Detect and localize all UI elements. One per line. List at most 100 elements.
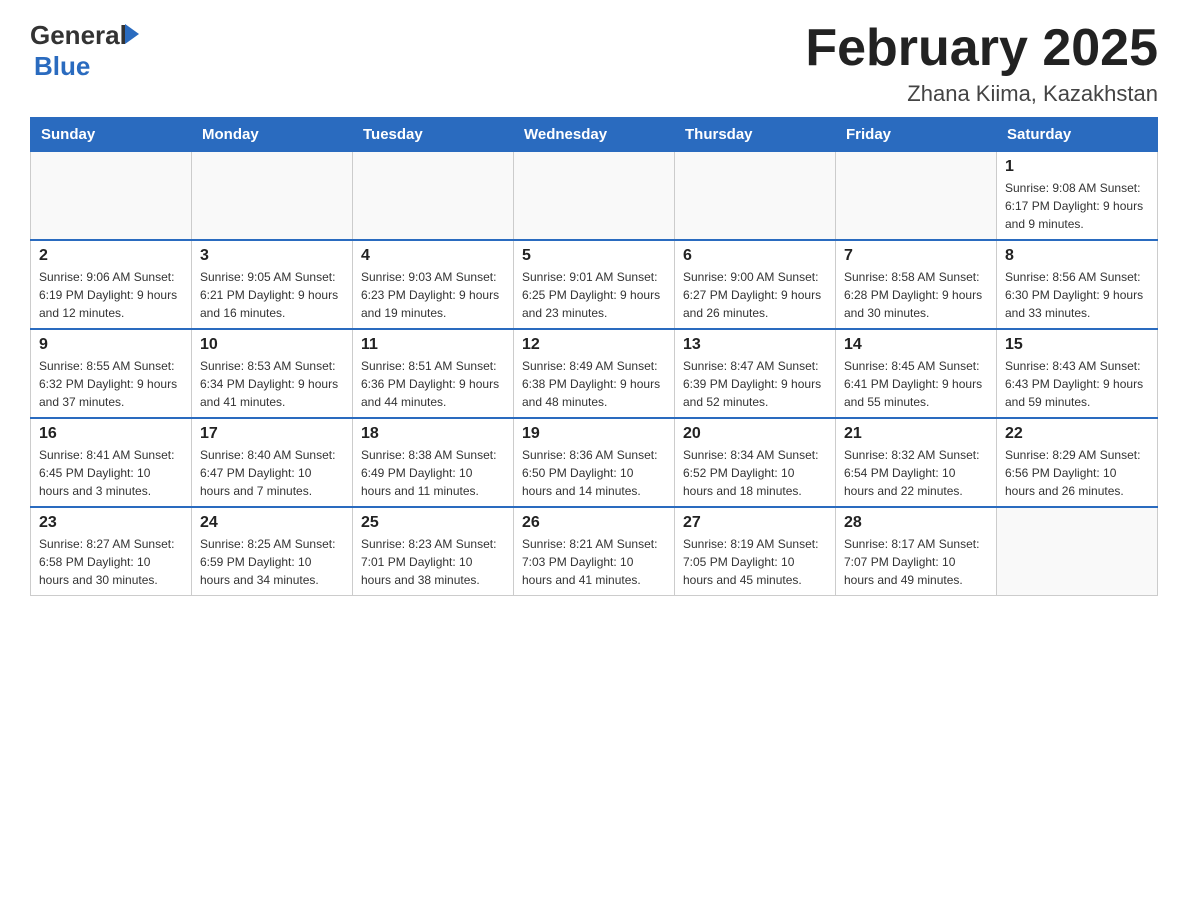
calendar-day-cell: 18 Sunrise: 8:38 AM Sunset: 6:49 PM Dayli… [353, 418, 514, 507]
logo: General Blue [30, 20, 139, 82]
day-info: Sunrise: 9:03 AM Sunset: 6:23 PM Dayligh… [361, 268, 505, 322]
day-number: 28 [844, 514, 988, 532]
calendar-table: SundayMondayTuesdayWednesdayThursdayFrid… [30, 117, 1158, 596]
day-number: 13 [683, 336, 827, 354]
day-number: 19 [522, 425, 666, 443]
month-title: February 2025 [805, 20, 1158, 77]
calendar-day-cell: 6 Sunrise: 9:00 AM Sunset: 6:27 PM Daylig… [675, 240, 836, 329]
day-number: 3 [200, 247, 344, 265]
day-info: Sunrise: 8:47 AM Sunset: 6:39 PM Dayligh… [683, 357, 827, 411]
calendar-day-cell: 3Sunrise: 9:05 AM Sunset: 6:21 PM Daylig… [192, 240, 353, 329]
day-info: Sunrise: 8:38 AM Sunset: 6:49 PM Dayligh… [361, 446, 505, 500]
day-number: 15 [1005, 336, 1149, 354]
calendar-day-cell: 27 Sunrise: 8:19 AM Sunset: 7:05 PM Dayli… [675, 507, 836, 596]
calendar-day-cell: 7 Sunrise: 8:58 AM Sunset: 6:28 PM Daylig… [836, 240, 997, 329]
day-number: 22 [1005, 425, 1149, 443]
calendar-day-cell: 17 Sunrise: 8:40 AM Sunset: 6:47 PM Dayli… [192, 418, 353, 507]
column-header-saturday: Saturday [997, 118, 1158, 152]
calendar-week-row: 1 Sunrise: 9:08 AM Sunset: 6:17 PM Daylig… [31, 152, 1158, 241]
calendar-day-cell: 24 Sunrise: 8:25 AM Sunset: 6:59 PM Dayli… [192, 507, 353, 596]
calendar-day-cell: 25Sunrise: 8:23 AM Sunset: 7:01 PM Dayli… [353, 507, 514, 596]
calendar-day-cell [514, 152, 675, 241]
day-number: 4 [361, 247, 505, 265]
calendar-day-cell: 1 Sunrise: 9:08 AM Sunset: 6:17 PM Daylig… [997, 152, 1158, 241]
calendar-day-cell: 9 Sunrise: 8:55 AM Sunset: 6:32 PM Daylig… [31, 329, 192, 418]
day-number: 23 [39, 514, 183, 532]
day-number: 8 [1005, 247, 1149, 265]
logo-general: General [30, 20, 127, 51]
calendar-day-cell: 22Sunrise: 8:29 AM Sunset: 6:56 PM Dayli… [997, 418, 1158, 507]
day-info: Sunrise: 8:19 AM Sunset: 7:05 PM Dayligh… [683, 535, 827, 589]
day-info: Sunrise: 8:27 AM Sunset: 6:58 PM Dayligh… [39, 535, 183, 589]
calendar-day-cell: 23 Sunrise: 8:27 AM Sunset: 6:58 PM Dayli… [31, 507, 192, 596]
day-info: Sunrise: 8:25 AM Sunset: 6:59 PM Dayligh… [200, 535, 344, 589]
calendar-day-cell: 8 Sunrise: 8:56 AM Sunset: 6:30 PM Daylig… [997, 240, 1158, 329]
calendar-header-row: SundayMondayTuesdayWednesdayThursdayFrid… [31, 118, 1158, 152]
column-header-wednesday: Wednesday [514, 118, 675, 152]
logo-arrow-icon [125, 24, 139, 44]
day-number: 16 [39, 425, 183, 443]
day-number: 18 [361, 425, 505, 443]
calendar-day-cell: 20 Sunrise: 8:34 AM Sunset: 6:52 PM Dayli… [675, 418, 836, 507]
day-info: Sunrise: 9:06 AM Sunset: 6:19 PM Dayligh… [39, 268, 183, 322]
calendar-day-cell: 13 Sunrise: 8:47 AM Sunset: 6:39 PM Dayli… [675, 329, 836, 418]
day-info: Sunrise: 8:43 AM Sunset: 6:43 PM Dayligh… [1005, 357, 1149, 411]
calendar-day-cell: 5Sunrise: 9:01 AM Sunset: 6:25 PM Daylig… [514, 240, 675, 329]
day-info: Sunrise: 8:55 AM Sunset: 6:32 PM Dayligh… [39, 357, 183, 411]
day-info: Sunrise: 8:17 AM Sunset: 7:07 PM Dayligh… [844, 535, 988, 589]
day-number: 14 [844, 336, 988, 354]
day-number: 20 [683, 425, 827, 443]
calendar-day-cell: 10 Sunrise: 8:53 AM Sunset: 6:34 PM Dayli… [192, 329, 353, 418]
day-number: 11 [361, 336, 505, 354]
calendar-week-row: 23 Sunrise: 8:27 AM Sunset: 6:58 PM Dayli… [31, 507, 1158, 596]
calendar-day-cell [675, 152, 836, 241]
logo-blue: Blue [34, 51, 90, 81]
calendar-day-cell: 26 Sunrise: 8:21 AM Sunset: 7:03 PM Dayli… [514, 507, 675, 596]
day-info: Sunrise: 8:34 AM Sunset: 6:52 PM Dayligh… [683, 446, 827, 500]
calendar-day-cell: 11 Sunrise: 8:51 AM Sunset: 6:36 PM Dayli… [353, 329, 514, 418]
calendar-day-cell: 12 Sunrise: 8:49 AM Sunset: 6:38 PM Dayli… [514, 329, 675, 418]
day-number: 7 [844, 247, 988, 265]
day-number: 9 [39, 336, 183, 354]
calendar-day-cell: 19Sunrise: 8:36 AM Sunset: 6:50 PM Dayli… [514, 418, 675, 507]
day-info: Sunrise: 8:32 AM Sunset: 6:54 PM Dayligh… [844, 446, 988, 500]
day-info: Sunrise: 8:41 AM Sunset: 6:45 PM Dayligh… [39, 446, 183, 500]
day-info: Sunrise: 8:21 AM Sunset: 7:03 PM Dayligh… [522, 535, 666, 589]
calendar-day-cell [192, 152, 353, 241]
day-info: Sunrise: 8:40 AM Sunset: 6:47 PM Dayligh… [200, 446, 344, 500]
day-info: Sunrise: 9:01 AM Sunset: 6:25 PM Dayligh… [522, 268, 666, 322]
calendar-day-cell: 16 Sunrise: 8:41 AM Sunset: 6:45 PM Dayli… [31, 418, 192, 507]
column-header-thursday: Thursday [675, 118, 836, 152]
day-number: 27 [683, 514, 827, 532]
calendar-day-cell: 2 Sunrise: 9:06 AM Sunset: 6:19 PM Daylig… [31, 240, 192, 329]
day-info: Sunrise: 9:00 AM Sunset: 6:27 PM Dayligh… [683, 268, 827, 322]
day-number: 2 [39, 247, 183, 265]
calendar-day-cell [997, 507, 1158, 596]
day-number: 17 [200, 425, 344, 443]
day-info: Sunrise: 9:08 AM Sunset: 6:17 PM Dayligh… [1005, 179, 1149, 233]
day-number: 6 [683, 247, 827, 265]
day-info: Sunrise: 8:45 AM Sunset: 6:41 PM Dayligh… [844, 357, 988, 411]
day-number: 26 [522, 514, 666, 532]
column-header-sunday: Sunday [31, 118, 192, 152]
day-info: Sunrise: 8:53 AM Sunset: 6:34 PM Dayligh… [200, 357, 344, 411]
day-info: Sunrise: 8:56 AM Sunset: 6:30 PM Dayligh… [1005, 268, 1149, 322]
title-block: February 2025 Zhana Kiima, Kazakhstan [805, 20, 1158, 107]
calendar-week-row: 9 Sunrise: 8:55 AM Sunset: 6:32 PM Daylig… [31, 329, 1158, 418]
day-number: 10 [200, 336, 344, 354]
day-number: 24 [200, 514, 344, 532]
day-info: Sunrise: 8:23 AM Sunset: 7:01 PM Dayligh… [361, 535, 505, 589]
day-info: Sunrise: 8:58 AM Sunset: 6:28 PM Dayligh… [844, 268, 988, 322]
day-number: 21 [844, 425, 988, 443]
day-info: Sunrise: 8:51 AM Sunset: 6:36 PM Dayligh… [361, 357, 505, 411]
day-number: 12 [522, 336, 666, 354]
location-subtitle: Zhana Kiima, Kazakhstan [805, 81, 1158, 107]
column-header-tuesday: Tuesday [353, 118, 514, 152]
calendar-week-row: 2 Sunrise: 9:06 AM Sunset: 6:19 PM Daylig… [31, 240, 1158, 329]
calendar-day-cell [836, 152, 997, 241]
day-info: Sunrise: 8:49 AM Sunset: 6:38 PM Dayligh… [522, 357, 666, 411]
calendar-day-cell: 4 Sunrise: 9:03 AM Sunset: 6:23 PM Daylig… [353, 240, 514, 329]
day-number: 1 [1005, 158, 1149, 176]
column-header-monday: Monday [192, 118, 353, 152]
calendar-day-cell [353, 152, 514, 241]
